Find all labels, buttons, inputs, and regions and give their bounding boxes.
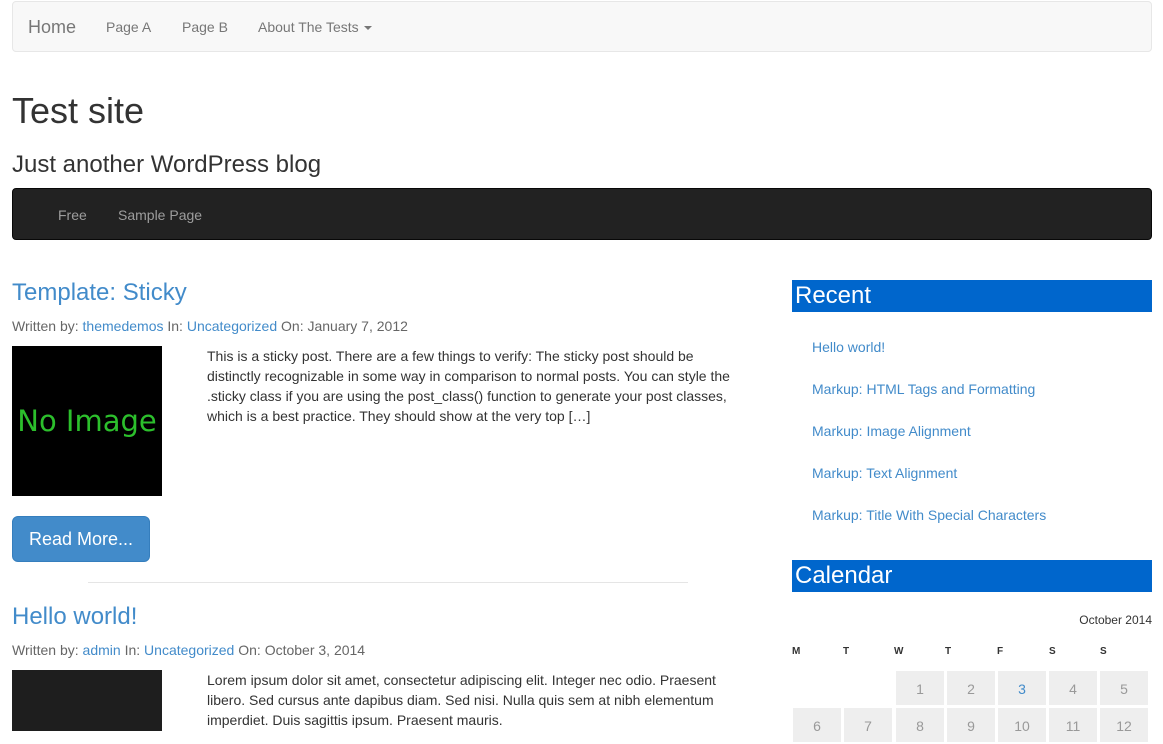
nav-home-link[interactable]: Home: [28, 17, 76, 38]
recent-post-link[interactable]: Markup: Title With Special Characters: [812, 507, 1046, 523]
post-date: October 3, 2014: [264, 642, 366, 658]
calendar-day[interactable]: 8: [895, 707, 945, 743]
nav-page-a-link[interactable]: Page A: [106, 19, 151, 35]
meta-in-label: In:: [167, 318, 183, 334]
secondary-navbar: Free Sample Page: [12, 188, 1152, 240]
calendar-weekday-header: T: [945, 646, 952, 657]
calendar-day[interactable]: 1: [895, 670, 945, 706]
post-thumbnail[interactable]: No Image: [12, 346, 162, 496]
calendar-day[interactable]: 4: [1048, 670, 1098, 706]
recent-post-link[interactable]: Markup: HTML Tags and Formatting: [812, 381, 1035, 397]
calendar-day-today[interactable]: 3: [997, 670, 1047, 706]
post-excerpt: This is a sticky post. There are a few t…: [207, 348, 730, 424]
recent-post-link[interactable]: Hello world!: [812, 339, 885, 355]
calendar-widget-title: Calendar: [792, 560, 1152, 592]
site-title: Test site: [12, 90, 145, 131]
post-author-link[interactable]: admin: [83, 642, 121, 658]
meta-on-label: On:: [238, 642, 261, 658]
caret-down-icon: [363, 26, 372, 31]
post-title-hello-world[interactable]: Hello world!: [12, 603, 137, 631]
calendar-day[interactable]: 2: [946, 670, 996, 706]
post-divider: [88, 582, 688, 583]
top-navbar: Home Page A Page B About The Tests: [12, 1, 1152, 52]
calendar-day[interactable]: 6: [792, 707, 842, 743]
post-category-link[interactable]: Uncategorized: [144, 642, 234, 658]
post-author-link[interactable]: themedemos: [83, 318, 164, 334]
nav-about-tests-label: About The Tests: [258, 19, 359, 35]
calendar-caption: October 2014: [1079, 613, 1152, 627]
calendar-weekday-header: S: [1049, 646, 1056, 657]
meta-written-by-label: Written by:: [12, 318, 79, 334]
calendar-weekday-header: M: [792, 646, 801, 657]
site-description: Just another WordPress blog: [12, 151, 322, 178]
calendar-day[interactable]: 9: [946, 707, 996, 743]
calendar-weekday-header: T: [843, 646, 850, 657]
calendar-day[interactable]: 12: [1099, 707, 1149, 743]
calendar-weekday-header: S: [1100, 646, 1107, 657]
calendar-weekday-header: W: [894, 646, 904, 657]
recent-post-link[interactable]: Markup: Text Alignment: [812, 465, 957, 481]
post-category-link[interactable]: Uncategorized: [187, 318, 277, 334]
no-image-placeholder: No Image: [17, 404, 157, 438]
nav-free-link[interactable]: Free: [58, 207, 87, 223]
calendar-day[interactable]: 10: [997, 707, 1047, 743]
meta-in-label: In:: [124, 642, 141, 658]
post-meta: Written by: themedemos In: Uncategorized…: [12, 318, 408, 334]
recent-post-link[interactable]: Markup: Image Alignment: [812, 423, 971, 439]
post-excerpt: Lorem ipsum dolor sit amet, consectetur …: [207, 672, 716, 728]
meta-written-by-label: Written by:: [12, 642, 79, 658]
read-more-button[interactable]: Read More...: [12, 516, 150, 562]
post-thumbnail[interactable]: [12, 670, 162, 731]
post-date: January 7, 2012: [307, 318, 408, 334]
nav-about-tests-dropdown[interactable]: About The Tests: [258, 19, 372, 35]
nav-page-b-link[interactable]: Page B: [182, 19, 228, 35]
calendar-day[interactable]: 7: [843, 707, 893, 743]
calendar-day[interactable]: 11: [1048, 707, 1098, 743]
nav-sample-page-link[interactable]: Sample Page: [118, 207, 202, 223]
post-meta: Written by: admin In: Uncategorized On: …: [12, 642, 365, 658]
post-title-sticky[interactable]: Template: Sticky: [12, 279, 187, 307]
recent-widget-title: Recent: [792, 280, 1152, 312]
calendar-day[interactable]: 5: [1099, 670, 1149, 706]
calendar-weekday-header: F: [997, 646, 1004, 657]
meta-on-label: On:: [281, 318, 304, 334]
